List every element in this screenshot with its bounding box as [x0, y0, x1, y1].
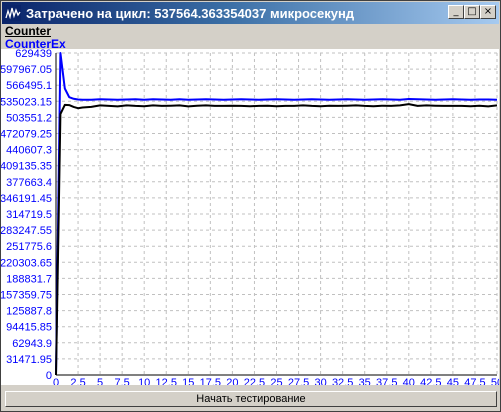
close-icon: ×	[483, 6, 493, 17]
x-tick-label: 2.5	[70, 377, 85, 385]
x-tick-label: 12.5	[156, 377, 177, 385]
x-tick-label: 37.5	[376, 377, 397, 385]
close-button[interactable]: ×	[480, 5, 496, 19]
y-tick-label: 566495.1	[6, 80, 52, 92]
y-tick-label: 535023.15	[1, 96, 52, 108]
x-tick-label: 35	[359, 377, 371, 385]
performance-chart: 0 31471.95 62943.9 94415.85 125887.8 157359.7…	[1, 49, 499, 385]
maximize-button[interactable]: □	[464, 5, 480, 19]
y-tick-label: 283247.55	[1, 225, 52, 237]
y-tick-label: 220303.65	[1, 257, 52, 269]
x-tick-label: 27.5	[288, 377, 309, 385]
x-tick-label: 20	[226, 377, 238, 385]
signal-icon	[5, 5, 21, 21]
minimize-icon: _	[453, 6, 459, 17]
y-tick-label: 503551.2	[6, 112, 52, 124]
y-tick-label: 62943.9	[12, 338, 52, 350]
start-testing-button[interactable]: Начать тестирование	[5, 391, 497, 407]
y-tick-label: 346191.45	[1, 193, 52, 205]
maximize-icon: □	[467, 6, 477, 17]
app-window: Затрачено на цикл: 537564.363354037 микр…	[0, 0, 501, 412]
y-tick-label: 472079.25	[1, 129, 52, 141]
y-tick-label: 0	[46, 370, 52, 382]
x-tick-label: 25	[270, 377, 282, 385]
y-tick-label: 314719.5	[6, 209, 52, 221]
x-tick-label: 5	[97, 377, 103, 385]
x-tick-label: 32.5	[332, 377, 353, 385]
counter-label: Counter	[5, 24, 51, 38]
y-tick-label: 440607.3	[6, 145, 52, 157]
window-title: Затрачено на цикл: 537564.363354037 микр…	[26, 6, 355, 21]
x-tick-label: 45	[447, 377, 459, 385]
y-tick-label: 188831.7	[6, 273, 52, 285]
x-tick-label: 10	[138, 377, 150, 385]
x-tick-label: 22.5	[244, 377, 265, 385]
x-tick-label: 15	[182, 377, 194, 385]
x-tick-label: 42.5	[420, 377, 441, 385]
y-tick-label: 125887.8	[6, 306, 52, 318]
x-tick-label: 50	[491, 377, 499, 385]
y-tick-label: 31471.95	[6, 354, 52, 366]
y-tick-label: 597967.05	[1, 64, 52, 76]
y-tick-label: 409135.35	[1, 161, 52, 173]
title-bar[interactable]: Затрачено на цикл: 537564.363354037 микр…	[2, 2, 499, 24]
x-tick-label: 47.5	[464, 377, 485, 385]
x-tick-label: 17.5	[200, 377, 221, 385]
x-tick-label: 7.5	[115, 377, 130, 385]
y-tick-label: 251775.6	[6, 241, 52, 253]
x-tick-label: 0	[53, 377, 59, 385]
y-tick-label: 94415.85	[6, 322, 52, 334]
y-tick-label: 377663.4	[6, 177, 52, 189]
y-tick-label: 629439	[15, 49, 52, 60]
chart-canvas: 0 31471.95 62943.9 94415.85 125887.8 157359.7…	[1, 49, 499, 385]
x-tick-label: 40	[403, 377, 415, 385]
x-tick-label: 30	[314, 377, 326, 385]
minimize-button[interactable]: _	[448, 5, 464, 19]
y-tick-label: 157359.75	[1, 290, 52, 302]
